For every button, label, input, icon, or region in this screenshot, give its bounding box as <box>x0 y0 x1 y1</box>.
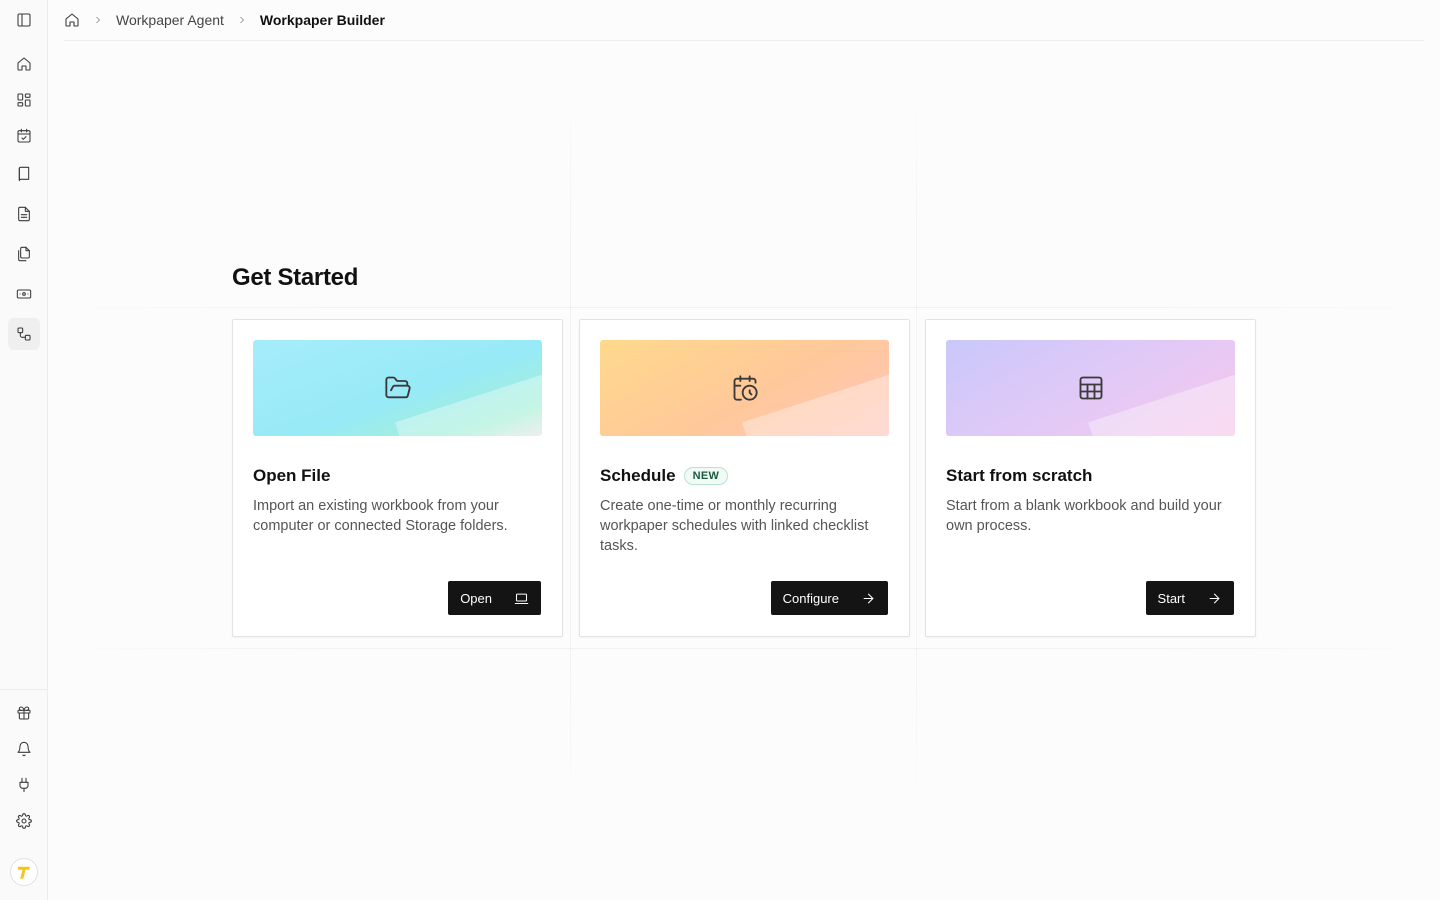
card-schedule: Schedule NEW Create one-time or monthly … <box>579 319 910 637</box>
sidebar <box>0 0 48 900</box>
start-button[interactable]: Start <box>1145 581 1234 615</box>
grid-line <box>48 648 1440 649</box>
settings-icon <box>16 813 32 829</box>
banknote-icon <box>16 289 32 299</box>
card-title: Schedule <box>600 466 676 485</box>
sidebar-item-home[interactable] <box>8 48 40 80</box>
open-button[interactable]: Open <box>448 581 541 615</box>
button-label: Open <box>460 590 492 606</box>
grid-line <box>48 307 1440 308</box>
chevron-right-icon <box>92 14 104 26</box>
calendar-clock-icon <box>733 375 758 401</box>
plug-icon <box>19 777 29 793</box>
configure-button[interactable]: Configure <box>770 581 888 615</box>
sidebar-item-files[interactable] <box>8 238 40 270</box>
files-icon <box>18 246 30 262</box>
sidebar-item-workflow[interactable] <box>8 318 40 350</box>
calendar-check-icon <box>17 128 31 143</box>
grid-line <box>570 90 571 810</box>
sidebar-item-dashboard[interactable] <box>8 84 40 116</box>
home-icon <box>17 57 31 71</box>
user-avatar[interactable] <box>10 858 38 886</box>
sidebar-item-integrations[interactable] <box>8 769 40 801</box>
bell-icon <box>17 741 31 757</box>
toggle-sidebar-button[interactable] <box>8 4 40 36</box>
table-icon <box>1079 376 1102 400</box>
chevron-right-icon <box>236 14 248 26</box>
card-banner <box>600 340 889 436</box>
folder-open-icon <box>384 376 411 399</box>
button-label: Start <box>1157 590 1185 606</box>
breadcrumb-workpaper-agent[interactable]: Workpaper Agent <box>116 12 224 28</box>
arrow-right-icon <box>1209 593 1220 603</box>
sidebar-item-calendar[interactable] <box>8 120 40 152</box>
card-description: Import an existing workbook from your co… <box>253 498 508 534</box>
grid-line <box>916 90 917 810</box>
workflow-icon <box>17 327 31 341</box>
laptop-icon <box>514 593 529 604</box>
sidebar-item-documents[interactable] <box>8 198 40 230</box>
home-icon <box>65 13 79 27</box>
card-banner <box>946 340 1235 436</box>
sidebar-item-payments[interactable] <box>8 278 40 310</box>
sidebar-divider <box>0 689 47 690</box>
breadcrumb-current-page: Workpaper Builder <box>259 12 385 28</box>
card-description: Start from a blank workbook and build yo… <box>946 498 1222 534</box>
card-title: Start from scratch <box>946 466 1093 485</box>
new-badge: NEW <box>683 467 729 485</box>
gift-icon <box>17 706 31 720</box>
file-text-icon <box>18 206 30 222</box>
panel-left-icon <box>17 13 31 27</box>
card-title: Open File <box>253 466 331 485</box>
breadcrumb-home[interactable] <box>64 12 80 28</box>
logo-icon <box>18 866 30 879</box>
main-content: Workpaper Agent Workpaper Builder Get St… <box>48 0 1440 900</box>
card-open-file: Open File Import an existing workbook fr… <box>232 319 563 637</box>
button-label: Configure <box>782 590 839 606</box>
sidebar-item-settings[interactable] <box>8 805 40 837</box>
arrow-right-icon <box>863 593 874 603</box>
page-title: Get Started <box>232 264 359 291</box>
sidebar-item-notifications[interactable] <box>8 733 40 765</box>
grid-icon <box>17 93 31 107</box>
card-start-from-scratch: Start from scratch Start from a blank wo… <box>925 319 1256 637</box>
sidebar-item-gifts[interactable] <box>8 697 40 729</box>
card-description: Create one-time or monthly recurring wor… <box>600 498 869 554</box>
card-banner <box>253 340 542 436</box>
sidebar-item-library[interactable] <box>8 158 40 190</box>
breadcrumb: Workpaper Agent Workpaper Builder <box>64 0 1424 41</box>
book-icon <box>18 166 30 182</box>
